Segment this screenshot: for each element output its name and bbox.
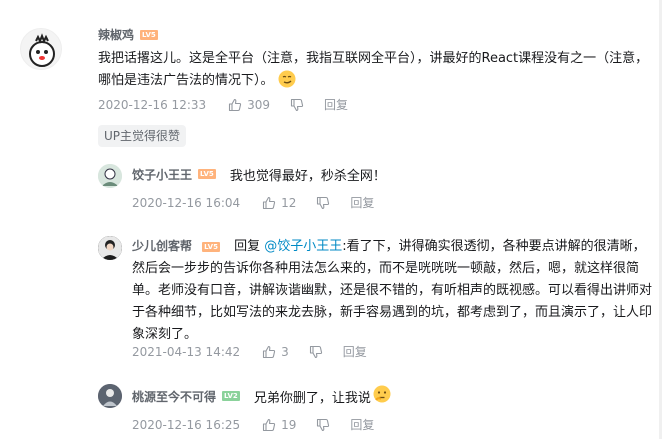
reply-text: 兄弟你删了，让我说 — [253, 390, 371, 406]
reply-username[interactable]: 少儿创客帮 — [132, 239, 192, 253]
reply-username[interactable]: 饺子小王王 — [132, 166, 192, 183]
like-count: 3 — [281, 344, 289, 359]
thumbs-up-icon — [263, 418, 276, 431]
reply-button[interactable]: 回复 — [350, 416, 374, 433]
reply-username[interactable]: 桃源至今不可得 — [132, 388, 216, 405]
like-button[interactable]: 12 — [262, 196, 296, 210]
up-liked-tag: UP主觉得很赞 — [98, 125, 187, 147]
reply-prefix: 回复 — [234, 239, 265, 254]
reply-row: 饺子小王王 LV5 我也觉得最好，秒杀全网！ — [132, 164, 386, 184]
dislike-button[interactable] — [290, 98, 304, 112]
reply-meta: 2020-12-16 16:25 19 回复 — [132, 416, 374, 433]
reply-meta: 2020-12-16 16:04 12 回复 — [132, 194, 374, 211]
reply-button[interactable]: 回复 — [343, 343, 367, 360]
reply-content: 少儿创客帮 LV5 回复 @饺子小王王:看了下，讲得确实很透彻，各种要点讲解的很… — [132, 235, 658, 346]
reply-text: 我也觉得最好，秒杀全网！ — [229, 168, 386, 184]
reply-block: 少儿创客帮 LV5 回复 @饺子小王王:看了下，讲得确实很透彻，各种要点讲解的很… — [132, 235, 658, 346]
like-count: 12 — [281, 195, 297, 210]
comment-text: 我把话撂这儿。这是全平台（注意，我指互联网全平台），讲最好的React课程没有之… — [98, 51, 649, 88]
level-badge: LV5 — [140, 29, 158, 40]
reply-date: 2021-04-13 14:42 — [132, 344, 241, 359]
reply-button[interactable]: 回复 — [350, 194, 374, 211]
smirk-emoji-icon — [278, 70, 296, 96]
reply-avatar[interactable] — [98, 384, 122, 408]
thumbs-down-icon — [290, 98, 304, 111]
thumbs-up-icon — [263, 196, 276, 209]
reply-meta: 2021-04-13 14:42 3 回复 — [132, 343, 367, 360]
reply-avatar[interactable] — [98, 236, 122, 260]
thumbs-down-icon — [309, 345, 322, 358]
avatar[interactable] — [20, 28, 62, 70]
like-count: 309 — [247, 97, 271, 112]
reply-avatar[interactable] — [98, 164, 122, 188]
reply-date: 2020-12-16 16:04 — [132, 195, 241, 210]
comment-date: 2020-12-16 12:33 — [98, 97, 207, 112]
reply-button[interactable]: 回复 — [324, 96, 348, 113]
like-button[interactable]: 3 — [262, 345, 289, 359]
comment-header: 辣椒鸡 LV5 — [98, 26, 158, 43]
comment-meta: 2020-12-16 12:33 309 回复 — [98, 96, 348, 113]
avatar-ghost-icon — [29, 33, 55, 67]
reply-date: 2020-12-16 16:25 — [132, 417, 241, 432]
level-badge: LV5 — [198, 169, 216, 179]
comment-content: 我把话撂这儿。这是全平台（注意，我指互联网全平台），讲最好的React课程没有之… — [98, 48, 650, 96]
like-button[interactable]: 19 — [262, 418, 296, 432]
avatar-person-icon — [98, 236, 122, 260]
level-badge: LV2 — [222, 391, 240, 401]
dislike-button[interactable] — [316, 418, 330, 432]
like-button[interactable]: 309 — [228, 98, 270, 112]
like-count: 19 — [281, 417, 297, 432]
thumbs-up-icon — [229, 98, 242, 111]
reply-row: 桃源至今不可得 LV2 兄弟你删了，让我说 — [132, 385, 391, 407]
thumbs-down-icon — [317, 418, 330, 431]
dislike-button[interactable] — [316, 196, 330, 210]
reply-text: :看了下，讲得确实很透彻，各种要点讲解的很清晰，然后会一步步的告诉你各种用法怎么… — [132, 239, 653, 342]
level-badge: LV5 — [202, 242, 220, 252]
thumbs-down-icon — [317, 196, 330, 209]
avatar-figure-icon — [98, 384, 122, 408]
dislike-button[interactable] — [309, 345, 323, 359]
username[interactable]: 辣椒鸡 — [98, 26, 134, 43]
thinking-emoji-icon — [373, 385, 391, 407]
mention-link[interactable]: @饺子小王王 — [264, 239, 342, 254]
thumbs-up-icon — [263, 345, 276, 358]
avatar-cartoon-icon — [98, 164, 122, 188]
